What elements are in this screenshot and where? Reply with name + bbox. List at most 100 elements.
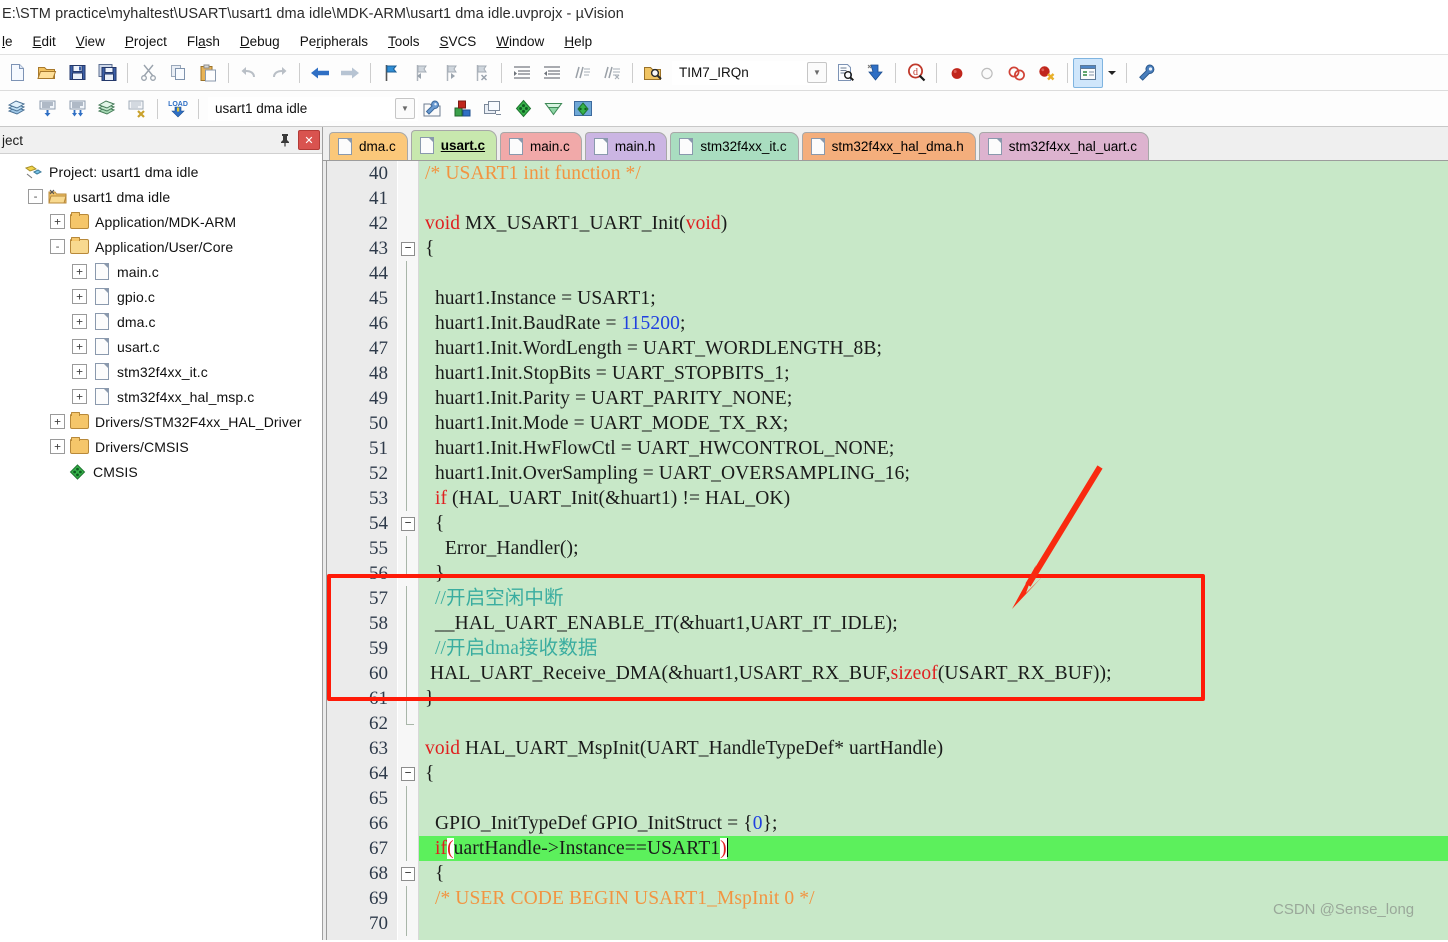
browse-symbol-icon[interactable]: d [901,58,931,88]
expand-icon[interactable]: + [50,439,65,454]
collapse-box-icon[interactable]: − [401,867,415,881]
code-line[interactable]: Error_Handler(); [419,536,1448,561]
batch-build-icon[interactable] [92,94,122,124]
editor-tab[interactable]: stm32f4xx_hal_dma.h [801,132,976,160]
editor-tab[interactable]: main.h [584,132,668,160]
expand-icon[interactable]: + [72,314,87,329]
project-tree[interactable]: Project: usart1 dma idle - usart1 dma idle… [0,154,322,940]
expand-icon[interactable]: + [72,364,87,379]
bookmark-prev-icon[interactable] [406,58,436,88]
code-line[interactable]: /* USART1 init function */ [419,161,1448,186]
project-window-dropdown-icon[interactable] [1103,58,1121,88]
redo-icon[interactable] [264,58,294,88]
menu-item-edit[interactable]: Edit [23,31,66,52]
uncomment-icon[interactable] [597,58,627,88]
insert-breakpoint-icon[interactable] [942,58,972,88]
tree-item[interactable]: + dma.c [0,309,322,334]
save-all-icon[interactable] [92,58,122,88]
target-options-icon[interactable] [418,94,448,124]
code-line[interactable]: huart1.Init.HwFlowCtl = UART_HWCONTROL_N… [419,436,1448,461]
tree-item[interactable]: + Application/MDK-ARM [0,209,322,234]
tree-item[interactable]: + Drivers/STM32F4xx_HAL_Driver [0,409,322,434]
build-icon[interactable] [32,94,62,124]
tree-item[interactable]: + Drivers/CMSIS [0,434,322,459]
menu-item-project[interactable]: Project [115,31,177,52]
code-line[interactable] [419,911,1448,936]
code-line[interactable] [419,711,1448,736]
code-line[interactable]: huart1.Init.OverSampling = UART_OVERSAMP… [419,461,1448,486]
code-line[interactable]: } [419,686,1448,711]
menu-item-file[interactable]: le [0,31,23,52]
target-combo[interactable]: usart1 dma idle ▼ [208,96,418,121]
menu-item-flash[interactable]: Flash [177,31,230,52]
code-line[interactable]: void HAL_UART_MspInit(UART_HandleTypeDef… [419,736,1448,761]
code-line[interactable]: huart1.Init.Mode = UART_MODE_TX_RX; [419,411,1448,436]
code-line[interactable] [419,186,1448,211]
tree-item[interactable]: + stm32f4xx_it.c [0,359,322,384]
tree-item[interactable]: + stm32f4xx_hal_msp.c [0,384,322,409]
code-line[interactable]: { [419,861,1448,886]
expand-icon[interactable]: + [72,339,87,354]
collapse-icon[interactable]: - [28,189,43,204]
code-line[interactable]: huart1.Instance = USART1; [419,286,1448,311]
disable-breakpoint-icon[interactable] [972,58,1002,88]
multi-project-icon[interactable] [478,94,508,124]
load-icon[interactable]: LOAD [163,94,193,124]
code-line[interactable]: { [419,761,1448,786]
code-line[interactable]: if(uartHandle->Instance==USART1) [419,836,1448,861]
code-line[interactable]: huart1.Init.StopBits = UART_STOPBITS_1; [419,361,1448,386]
menu-item-window[interactable]: Window [486,31,554,52]
fold-cell[interactable]: − [398,761,418,786]
code-folding-margin[interactable]: − − − − [398,161,419,940]
collapse-box-icon[interactable]: − [401,767,415,781]
code-view[interactable]: 40 41 42 43 44 45 46 47 48 49 50 51 52 53 54 55 56 57 58 59… [323,161,1448,940]
fold-cell[interactable]: − [398,511,418,536]
menu-item-peripherals[interactable]: Peripherals [290,31,378,52]
expand-icon[interactable]: + [72,389,87,404]
editor-tab[interactable]: stm32f4xx_hal_uart.c [978,132,1150,160]
expand-icon[interactable]: + [50,214,65,229]
code-line[interactable]: if (HAL_UART_Init(&huart1) != HAL_OK) [419,486,1448,511]
open-file-icon[interactable] [32,58,62,88]
collapse-box-icon[interactable]: − [401,517,415,531]
project-window-icon[interactable] [1073,57,1103,88]
chevron-down-icon[interactable]: ▼ [807,62,827,83]
comment-icon[interactable] [567,58,597,88]
bookmark-clear-icon[interactable] [466,58,496,88]
find-in-files-icon[interactable] [638,58,668,88]
code-line[interactable]: { [419,236,1448,261]
pack-installer-icon[interactable] [508,94,538,124]
paste-icon[interactable] [193,58,223,88]
indent-decrease-icon[interactable] [537,58,567,88]
tree-item[interactable]: Project: usart1 dma idle [0,159,322,184]
manage-components-icon[interactable] [568,94,598,124]
find-in-files2-icon[interactable] [830,58,860,88]
code-line[interactable]: HAL_UART_Receive_DMA(&huart1,USART_RX_BU… [419,661,1448,686]
menu-item-tools[interactable]: Tools [378,31,430,52]
code-line[interactable]: GPIO_InitTypeDef GPIO_InitStruct = {0}; [419,811,1448,836]
tree-item[interactable]: - usart1 dma idle [0,184,322,209]
editor-tab[interactable]: usart.c [410,130,498,160]
configuration-wizard-icon[interactable] [1132,58,1162,88]
chevron-down-icon[interactable]: ▼ [395,98,415,119]
menu-item-debug[interactable]: Debug [230,31,290,52]
save-icon[interactable] [62,58,92,88]
code-line[interactable]: //开启空闲中断 [419,586,1448,611]
bookmark-toggle-icon[interactable] [376,58,406,88]
code-line[interactable] [419,786,1448,811]
collapse-icon[interactable]: - [50,239,65,254]
translate-icon[interactable] [2,94,32,124]
disable-all-breakpoints-icon[interactable] [1002,58,1032,88]
new-file-icon[interactable] [2,58,32,88]
tree-item[interactable]: + usart.c [0,334,322,359]
incremental-find-icon[interactable] [860,58,890,88]
code-line[interactable]: } [419,561,1448,586]
close-icon[interactable]: ✕ [298,130,320,150]
code-line[interactable]: huart1.Init.BaudRate = 115200; [419,311,1448,336]
code-line[interactable]: __HAL_UART_ENABLE_IT(&huart1,UART_IT_IDL… [419,611,1448,636]
code-line[interactable]: //开启dma接收数据 [419,636,1448,661]
code-line[interactable]: { [419,511,1448,536]
stop-build-icon[interactable] [122,94,152,124]
editor-tab-strip[interactable]: dma.c usart.c main.c main.h stm32f4xx_it.c st… [323,127,1448,161]
editor-tab[interactable]: main.c [500,132,582,160]
